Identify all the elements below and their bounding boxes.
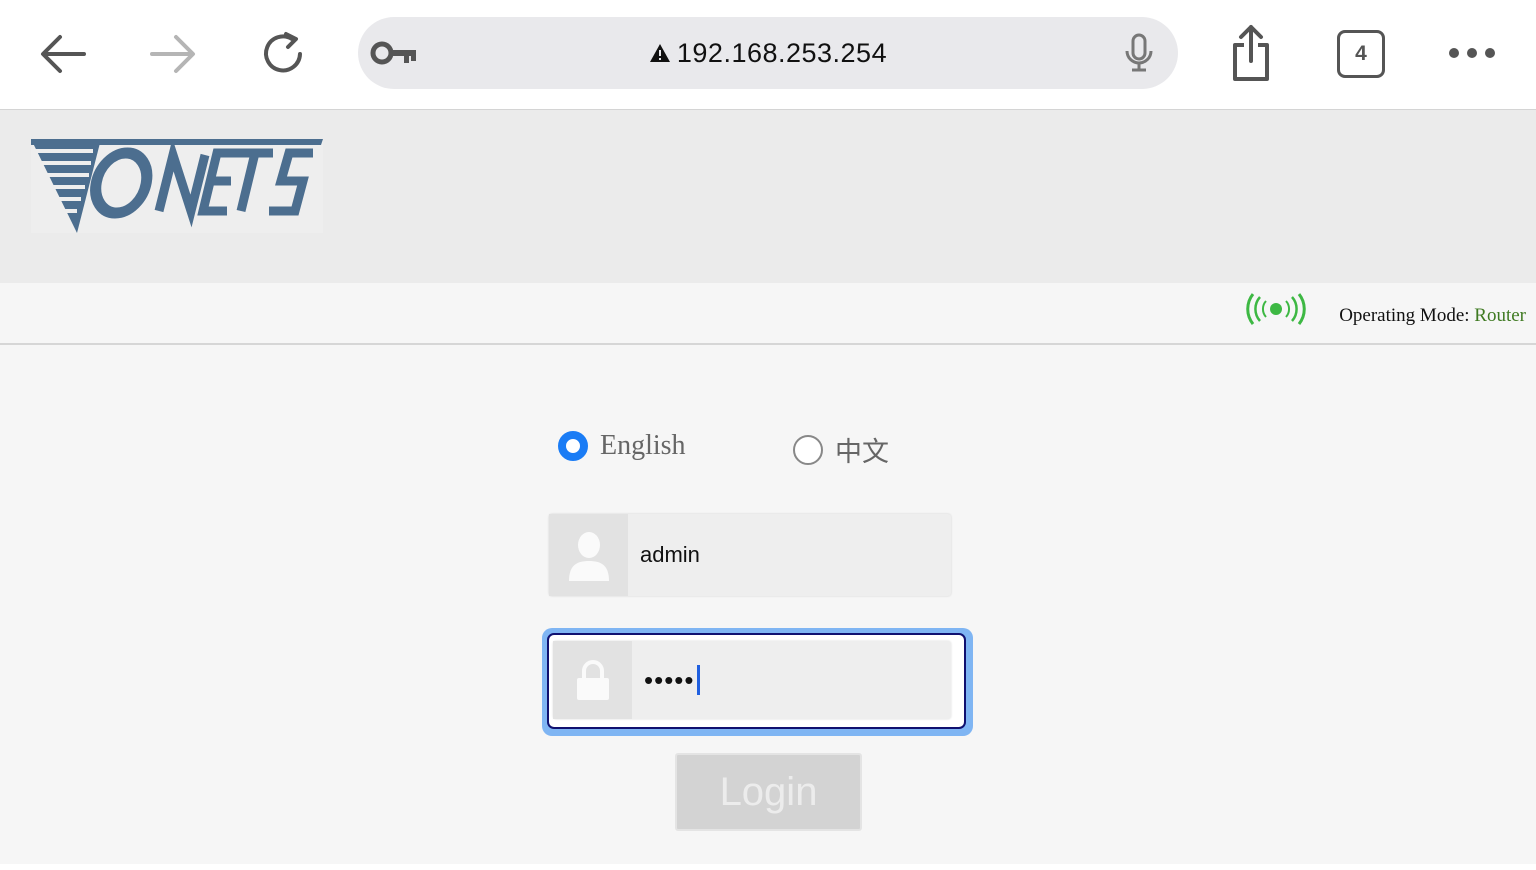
radio-unselected-icon[interactable] <box>793 434 823 465</box>
language-label-chinese: 中文 <box>835 437 889 468</box>
text-caret <box>696 665 700 695</box>
url-display[interactable]: 192.168.253.254 <box>358 17 1178 89</box>
password-value: ••••• <box>644 641 700 719</box>
password-input-frame[interactable]: ••••• <box>547 633 966 729</box>
address-bar[interactable]: 192.168.253.254 <box>358 17 1178 89</box>
lock-icon <box>553 641 632 719</box>
more-dots-icon <box>1449 48 1495 58</box>
microphone-icon[interactable] <box>1122 33 1156 78</box>
login-button[interactable]: Login <box>675 753 862 831</box>
share-button[interactable] <box>1224 22 1278 84</box>
password-field[interactable]: ••••• <box>553 641 951 719</box>
radio-selected-icon[interactable] <box>558 431 588 461</box>
reload-icon <box>264 32 302 73</box>
username-field[interactable]: admin <box>549 514 951 596</box>
arrow-right-icon <box>150 35 195 73</box>
wireless-signal-icon <box>1236 293 1316 330</box>
password-focus-ring: ••••• <box>542 628 973 736</box>
reload-button[interactable] <box>256 26 312 82</box>
user-icon <box>549 514 628 596</box>
language-label-english: English <box>600 430 686 461</box>
forward-button[interactable] <box>146 28 200 80</box>
operating-mode-value: Router <box>1474 305 1526 326</box>
password-mask: ••••• <box>644 664 695 695</box>
arrow-left-icon <box>41 35 86 73</box>
operating-mode: Operating Mode: Router <box>1339 305 1526 327</box>
operating-mode-label: Operating Mode: <box>1339 305 1475 326</box>
browser-toolbar: 192.168.253.254 4 <box>0 0 1536 110</box>
back-button[interactable] <box>36 28 90 80</box>
language-option-english[interactable]: English <box>558 430 686 462</box>
language-option-chinese[interactable]: 中文 <box>793 430 889 469</box>
share-icon <box>1233 25 1269 81</box>
more-button[interactable] <box>1444 40 1500 66</box>
tabs-button[interactable]: 4 <box>1337 30 1385 78</box>
url-text: 192.168.253.254 <box>676 37 888 68</box>
tab-count: 4 <box>1355 42 1367 65</box>
vonets-logo <box>31 138 323 233</box>
page-header <box>0 110 1536 283</box>
status-bar: Operating Mode: Router <box>0 283 1536 345</box>
warning-icon <box>649 43 671 63</box>
bottom-edge <box>0 864 1536 870</box>
username-value: admin <box>640 542 700 567</box>
